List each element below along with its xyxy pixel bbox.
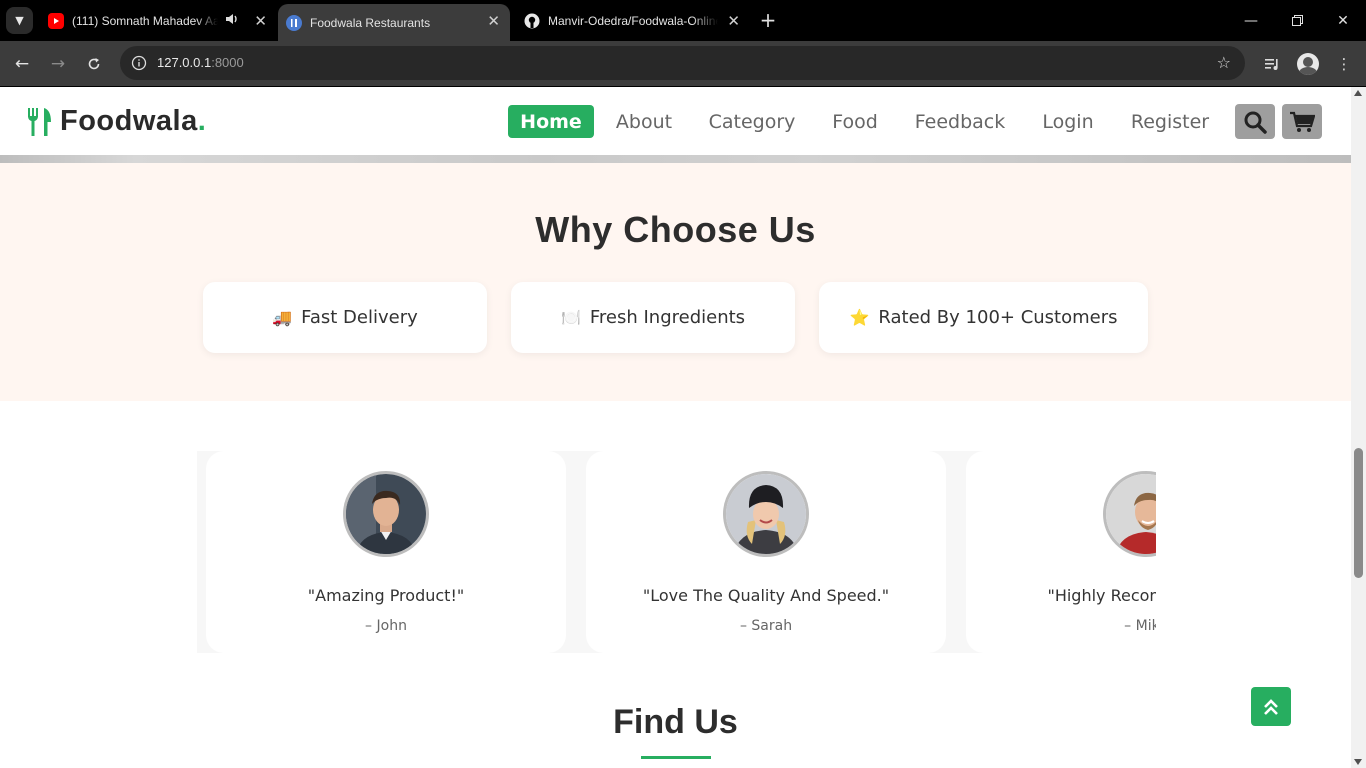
testimonial-quote: "Highly Recommended!" [1047,586,1156,605]
page-viewport: Foodwala. Home About Category Food Feedb… [0,87,1351,768]
site-info-icon[interactable] [129,53,149,73]
back-button[interactable]: ← [8,50,36,78]
bookmark-star-icon[interactable]: ☆ [1217,53,1231,72]
double-chevron-up-icon [1264,698,1278,715]
cart-button[interactable] [1282,104,1322,139]
find-us-title: Find Us [613,703,738,741]
browser-tab-bar: ▼ (111) Somnath Mahadev Aarti ✕ Foodwala… [0,0,1366,41]
media-control-icon[interactable] [1258,50,1286,78]
nav-login[interactable]: Login [1033,105,1103,138]
github-icon [524,12,540,29]
close-tab-icon[interactable]: ✕ [487,12,500,30]
testimonial-author: – Sarah [739,618,793,634]
nav-about[interactable]: About [606,105,682,138]
avatar [1103,471,1156,557]
testimonial-author: – John [365,618,407,634]
browser-tab-github[interactable]: Manvir-Odedra/Foodwala-Online ✕ [516,0,750,41]
site-header: Foodwala. Home About Category Food Feedb… [0,87,1351,155]
site-logo[interactable]: Foodwala. [26,105,206,138]
forward-button[interactable]: → [44,50,72,78]
restore-button[interactable] [1274,0,1320,41]
testimonial-card: "Love The Quality And Speed." – Sarah [586,451,946,653]
new-tab-button[interactable]: + [756,8,780,32]
minimize-button[interactable]: — [1228,0,1274,41]
menu-kebab-icon[interactable]: ⋮ [1330,50,1358,78]
hero-image-edge [0,155,1351,163]
feature-label: Fresh Ingredients [589,307,746,328]
close-tab-icon[interactable]: ✕ [254,12,267,30]
plate-icon: 🍽️ [560,308,581,327]
avatar [343,471,429,557]
foodwala-icon [286,14,302,31]
truck-icon: 🚚 [272,308,293,327]
browser-toolbar: ← → 127.0.0.1:8000 ☆ ⋮ [0,41,1366,86]
youtube-icon [48,12,64,29]
tab-search-button[interactable]: ▼ [6,7,33,34]
testimonial-quote: "Amazing Product!" [307,586,465,605]
testimonial-card: "Highly Recommended!" – Mike [966,451,1156,653]
tab-title: Foodwala Restaurants [310,15,431,30]
search-icon [1244,111,1267,134]
scroll-to-top-button[interactable] [1251,687,1291,726]
testimonial-carousel[interactable]: "Amazing Product!" – John "Love The Qual… [197,451,1156,653]
testimonial-quote: "Love The Quality And Speed." [642,586,890,605]
url-text: 127.0.0.1:8000 [157,55,244,70]
search-button[interactable] [1235,104,1275,139]
feature-label: Fast Delivery [301,307,418,328]
nav-home[interactable]: Home [508,105,594,138]
nav-feedback[interactable]: Feedback [906,105,1014,138]
browser-tab-youtube[interactable]: (111) Somnath Mahadev Aarti ✕ [40,0,277,41]
browser-tab-foodwala[interactable]: Foodwala Restaurants ✕ [278,4,510,41]
fork-knife-icon [28,107,51,136]
scroll-down-arrow[interactable] [1354,759,1362,765]
feature-card: ⭐ Rated By 100+ Customers [819,282,1148,353]
cart-icon [1290,111,1315,132]
logo-dot: . [197,105,206,137]
page-scrollbar[interactable] [1351,87,1366,768]
avatar [723,471,809,557]
url-port: :8000 [211,55,244,70]
tab-title: Manvir-Odedra/Foodwala-Online [548,13,718,28]
section-title: Why Choose Us [535,209,816,250]
scrollbar-thumb[interactable] [1354,448,1363,578]
nav-register[interactable]: Register [1121,105,1219,138]
close-tab-icon[interactable]: ✕ [727,12,740,30]
speaker-icon[interactable] [225,13,239,28]
reload-button[interactable] [80,50,108,78]
chevron-down-icon: ▼ [15,14,24,27]
why-choose-us-section: Why Choose Us 🚚 Fast Delivery 🍽️ Fresh I… [0,163,1351,401]
logo-text: Foodwala [60,105,198,137]
close-window-button[interactable]: ✕ [1320,0,1366,41]
feature-label: Rated By 100+ Customers [878,307,1118,328]
title-underline [641,756,711,759]
testimonial-card: "Amazing Product!" – John [206,451,566,653]
address-bar[interactable]: 127.0.0.1:8000 ☆ [120,46,1245,80]
url-host: 127.0.0.1 [157,55,212,70]
tab-title: (111) Somnath Mahadev Aarti [72,13,218,28]
nav-food[interactable]: Food [823,105,887,138]
feature-card: 🍽️ Fresh Ingredients [511,282,795,353]
profile-avatar[interactable] [1294,50,1322,78]
nav-category[interactable]: Category [700,105,804,138]
testimonial-author: – Mike [1124,618,1156,634]
scroll-up-arrow[interactable] [1354,90,1362,96]
feature-card: 🚚 Fast Delivery [203,282,487,353]
star-icon: ⭐ [849,308,870,327]
